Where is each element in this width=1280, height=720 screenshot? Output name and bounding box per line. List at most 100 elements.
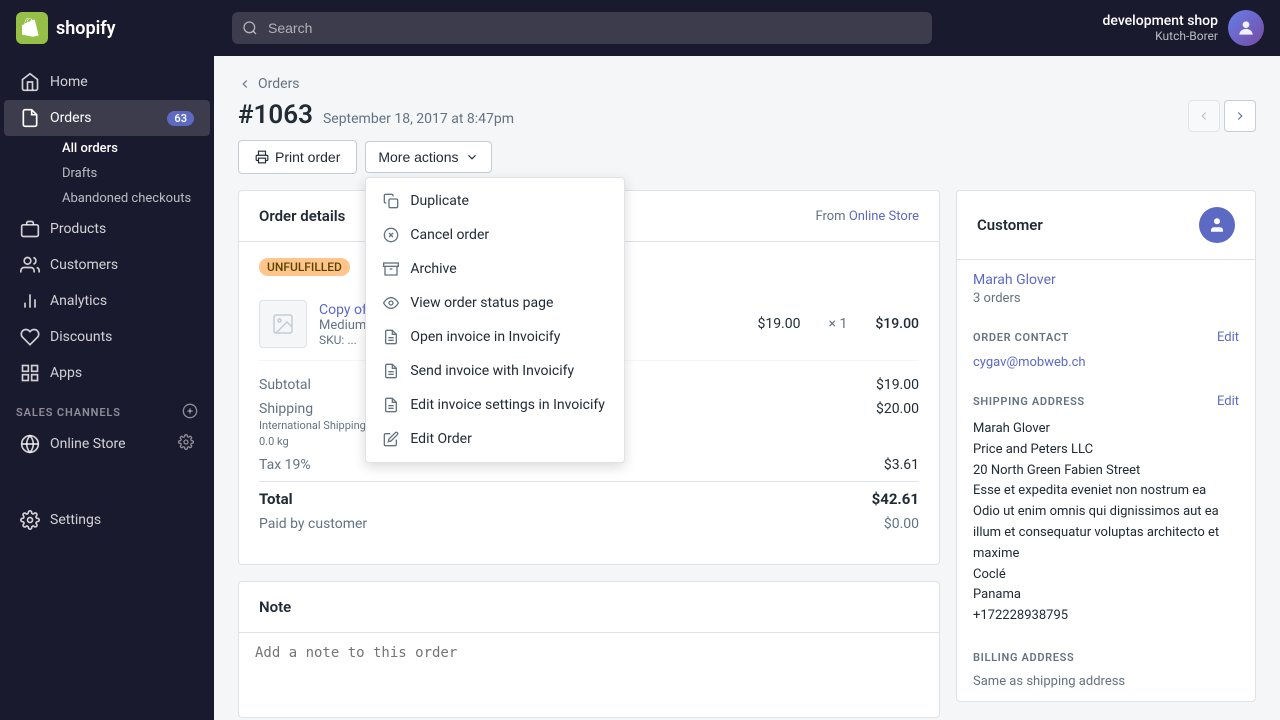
note-input[interactable] bbox=[239, 633, 939, 713]
more-actions-label: More actions bbox=[378, 149, 458, 165]
sidebar-item-analytics[interactable]: Analytics bbox=[4, 283, 210, 319]
shop-info: development shop Kutch-Borer bbox=[1103, 13, 1218, 43]
customer-orders-count: 3 orders bbox=[973, 291, 1021, 306]
open-invoice-icon bbox=[382, 328, 400, 346]
orders-badge: 63 bbox=[167, 111, 194, 126]
order-number: #1063 bbox=[238, 100, 313, 130]
dropdown-send-invoice[interactable]: Send invoice with Invoicify bbox=[366, 354, 624, 388]
sidebar-item-home[interactable]: Home bbox=[4, 64, 210, 100]
breadcrumb-text: Orders bbox=[258, 76, 300, 92]
prev-order-button[interactable] bbox=[1188, 100, 1220, 132]
sidebar-item-orders[interactable]: Orders 63 bbox=[4, 100, 210, 136]
breadcrumb[interactable]: Orders bbox=[238, 76, 1256, 92]
edit-invoice-settings-label: Edit invoice settings in Invoicify bbox=[410, 397, 605, 413]
edit-order-label: Edit Order bbox=[410, 431, 472, 447]
sidebar-item-abandoned[interactable]: Abandoned checkouts bbox=[46, 186, 210, 211]
sidebar-item-products[interactable]: Products bbox=[4, 211, 210, 247]
archive-label: Archive bbox=[410, 261, 456, 277]
send-invoice-icon bbox=[382, 362, 400, 380]
sidebar: Home Orders 63 All orders Drafts Abandon… bbox=[0, 0, 214, 720]
dropdown-edit-order[interactable]: Edit Order bbox=[366, 422, 624, 456]
sidebar-item-apps[interactable]: Apps bbox=[4, 355, 210, 391]
shopify-logo-icon bbox=[22, 18, 42, 38]
item-price: $19.00 bbox=[757, 316, 800, 332]
page-top: #1063 September 18, 2017 at 8:47pm bbox=[238, 100, 1256, 132]
view-status-icon bbox=[382, 294, 400, 312]
from-source-link[interactable]: Online Store bbox=[849, 209, 919, 224]
paid-value: $0.00 bbox=[884, 516, 919, 532]
order-contact-label: ORDER CONTACT bbox=[973, 331, 1069, 344]
order-details-title: Order details bbox=[259, 207, 345, 225]
customers-icon bbox=[20, 255, 40, 275]
more-actions-menu: Duplicate Cancel order Archive bbox=[365, 177, 625, 463]
shop-sub: Kutch-Borer bbox=[1103, 29, 1218, 43]
archive-icon bbox=[382, 260, 400, 278]
sidebar-item-all-orders[interactable]: All orders bbox=[46, 136, 210, 161]
order-source: From Online Store bbox=[815, 209, 919, 224]
shipping-method: International Shipping bbox=[259, 419, 366, 432]
customer-avatar-icon bbox=[1208, 216, 1226, 234]
sidebar-item-customers[interactable]: Customers bbox=[4, 247, 210, 283]
avatar-icon bbox=[1236, 18, 1256, 38]
send-invoice-label: Send invoice with Invoicify bbox=[410, 363, 574, 379]
dropdown-cancel-order[interactable]: Cancel order bbox=[366, 218, 624, 252]
tax-value: $3.61 bbox=[884, 457, 919, 473]
online-store-settings-icon[interactable] bbox=[178, 434, 194, 454]
user-avatar[interactable] bbox=[1228, 10, 1264, 46]
subtotal-label: Subtotal bbox=[259, 377, 311, 393]
sidebar-apps-label: Apps bbox=[50, 365, 82, 381]
address-line-2: Price and Peters LLC bbox=[973, 442, 1093, 457]
total-label: Total bbox=[259, 490, 293, 508]
chevron-down-icon bbox=[465, 150, 479, 164]
billing-same-as-shipping: Same as shipping address bbox=[957, 670, 1255, 701]
prev-arrow-icon bbox=[1197, 109, 1211, 123]
user-menu[interactable]: development shop Kutch-Borer bbox=[1103, 10, 1264, 46]
cancel-order-label: Cancel order bbox=[410, 227, 489, 243]
print-order-label: Print order bbox=[275, 149, 340, 165]
search-input[interactable] bbox=[232, 12, 932, 44]
order-date: September 18, 2017 at 8:47pm bbox=[323, 111, 514, 127]
sidebar-item-discounts[interactable]: Discounts bbox=[4, 319, 210, 355]
duplicate-icon bbox=[382, 192, 400, 210]
discounts-icon bbox=[20, 327, 40, 347]
next-order-button[interactable] bbox=[1224, 100, 1256, 132]
analytics-icon bbox=[20, 291, 40, 311]
dropdown-duplicate[interactable]: Duplicate bbox=[366, 184, 624, 218]
customer-name-link[interactable]: Marah Glover bbox=[973, 272, 1239, 288]
logo[interactable]: shopify bbox=[16, 12, 216, 44]
address-line-4: Esse et expedita eveniet non nostrum ea bbox=[973, 483, 1206, 498]
order-item-image bbox=[259, 300, 307, 348]
sidebar-item-online-store[interactable]: Online Store bbox=[4, 426, 210, 462]
product-image-placeholder-icon bbox=[271, 312, 295, 336]
more-actions-dropdown[interactable]: More actions Duplicate Cancel or bbox=[365, 141, 491, 173]
sidebar-item-settings[interactable]: Settings bbox=[4, 502, 210, 538]
dropdown-archive[interactable]: Archive bbox=[366, 252, 624, 286]
dropdown-view-status[interactable]: View order status page bbox=[366, 286, 624, 320]
shopify-wordmark: shopify bbox=[56, 18, 116, 39]
customer-section-title: Customer bbox=[977, 216, 1043, 234]
edit-contact-button[interactable]: Edit bbox=[1217, 330, 1239, 345]
more-actions-button[interactable]: More actions bbox=[365, 141, 491, 173]
address-line-3: 20 North Green Fabien Street bbox=[973, 463, 1140, 478]
dropdown-open-invoice[interactable]: Open invoice in Invoicify bbox=[366, 320, 624, 354]
customer-card: Customer Marah Glover 3 orders ORDER CON… bbox=[956, 190, 1256, 702]
customer-email[interactable]: cygav@mobweb.ch bbox=[957, 351, 1255, 382]
address-line-5: Odio ut enim omnis qui dignissimos aut e… bbox=[973, 504, 1219, 561]
edit-order-icon bbox=[382, 430, 400, 448]
online-store-icon bbox=[20, 434, 40, 454]
shipping-weight: 0.0 kg bbox=[259, 435, 289, 448]
duplicate-label: Duplicate bbox=[410, 193, 469, 209]
print-order-button[interactable]: Print order bbox=[238, 140, 357, 174]
subtotal-value: $19.00 bbox=[876, 377, 919, 393]
order-navigation bbox=[1188, 100, 1256, 132]
sales-channels-label: SALES CHANNELS bbox=[16, 406, 121, 419]
edit-shipping-button[interactable]: Edit bbox=[1217, 394, 1239, 409]
paid-row: Paid by customer $0.00 bbox=[259, 512, 919, 536]
unfulfilled-badge: UNFULFILLED bbox=[259, 258, 350, 276]
total-row: Total $42.61 bbox=[259, 481, 919, 512]
search-bar[interactable] bbox=[232, 12, 932, 44]
dropdown-edit-invoice-settings[interactable]: Edit invoice settings in Invoicify bbox=[366, 388, 624, 422]
billing-address-header-row: BILLING ADDRESS bbox=[957, 639, 1255, 670]
sidebar-item-drafts[interactable]: Drafts bbox=[46, 161, 210, 186]
add-sales-channel-icon[interactable] bbox=[182, 403, 198, 422]
